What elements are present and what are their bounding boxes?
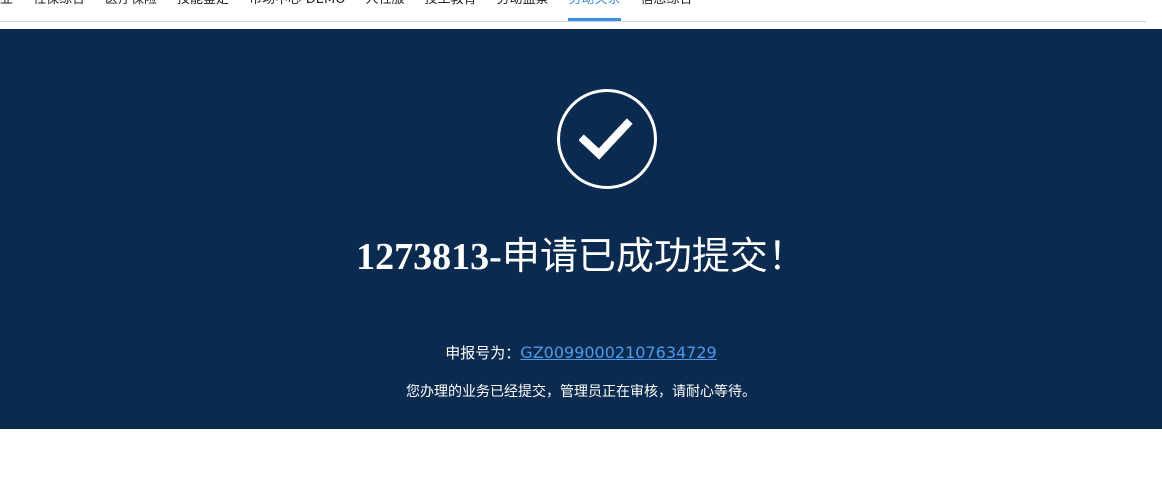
application-code: 1273813-	[356, 236, 502, 278]
nav-item-medical-insurance[interactable]: 医疗保险	[105, 0, 157, 9]
checkmark-icon	[579, 118, 633, 160]
reference-line: 申报号为：GZ00990002107634729	[0, 342, 1162, 364]
check-circle-icon	[557, 89, 657, 189]
reference-label: 申报号为：	[445, 344, 521, 362]
nav-item-labor-relations[interactable]: 劳动关系	[568, 0, 621, 21]
success-message: 申请已成功提交！	[501, 234, 806, 278]
nav-items: 业 社保综合 医疗保险 技能鉴定 市场中心-DEMO 人社服 技工教育 劳动监察…	[0, 0, 713, 21]
reference-number-link[interactable]: GZ00990002107634729	[520, 343, 716, 362]
nav-item-social-security[interactable]: 社保综合	[33, 0, 85, 9]
top-navigation-bar: 业 社保综合 医疗保险 技能鉴定 市场中心-DEMO 人社服 技工教育 劳动监察…	[0, 0, 1146, 22]
success-title: 1273813-申请已成功提交！	[0, 231, 1162, 282]
nav-item-0[interactable]: 业	[0, 0, 13, 9]
nav-item-labor-inspection[interactable]: 劳动监察	[496, 0, 548, 9]
status-note: 您办理的业务已经提交，管理员正在审核，请耐心等待。	[406, 384, 756, 400]
nav-item-market-center-demo[interactable]: 市场中心-DEMO	[249, 0, 345, 9]
success-banner: 1273813-申请已成功提交！ 申报号为：GZ0099000210763472…	[0, 29, 1162, 429]
nav-item-hr-service[interactable]: 人社服	[365, 0, 404, 9]
nav-item-skill-appraisal[interactable]: 技能鉴定	[177, 0, 229, 9]
nav-item-info-synthesis[interactable]: 信息综合	[641, 0, 693, 9]
nav-item-technical-education[interactable]: 技工教育	[424, 0, 476, 9]
